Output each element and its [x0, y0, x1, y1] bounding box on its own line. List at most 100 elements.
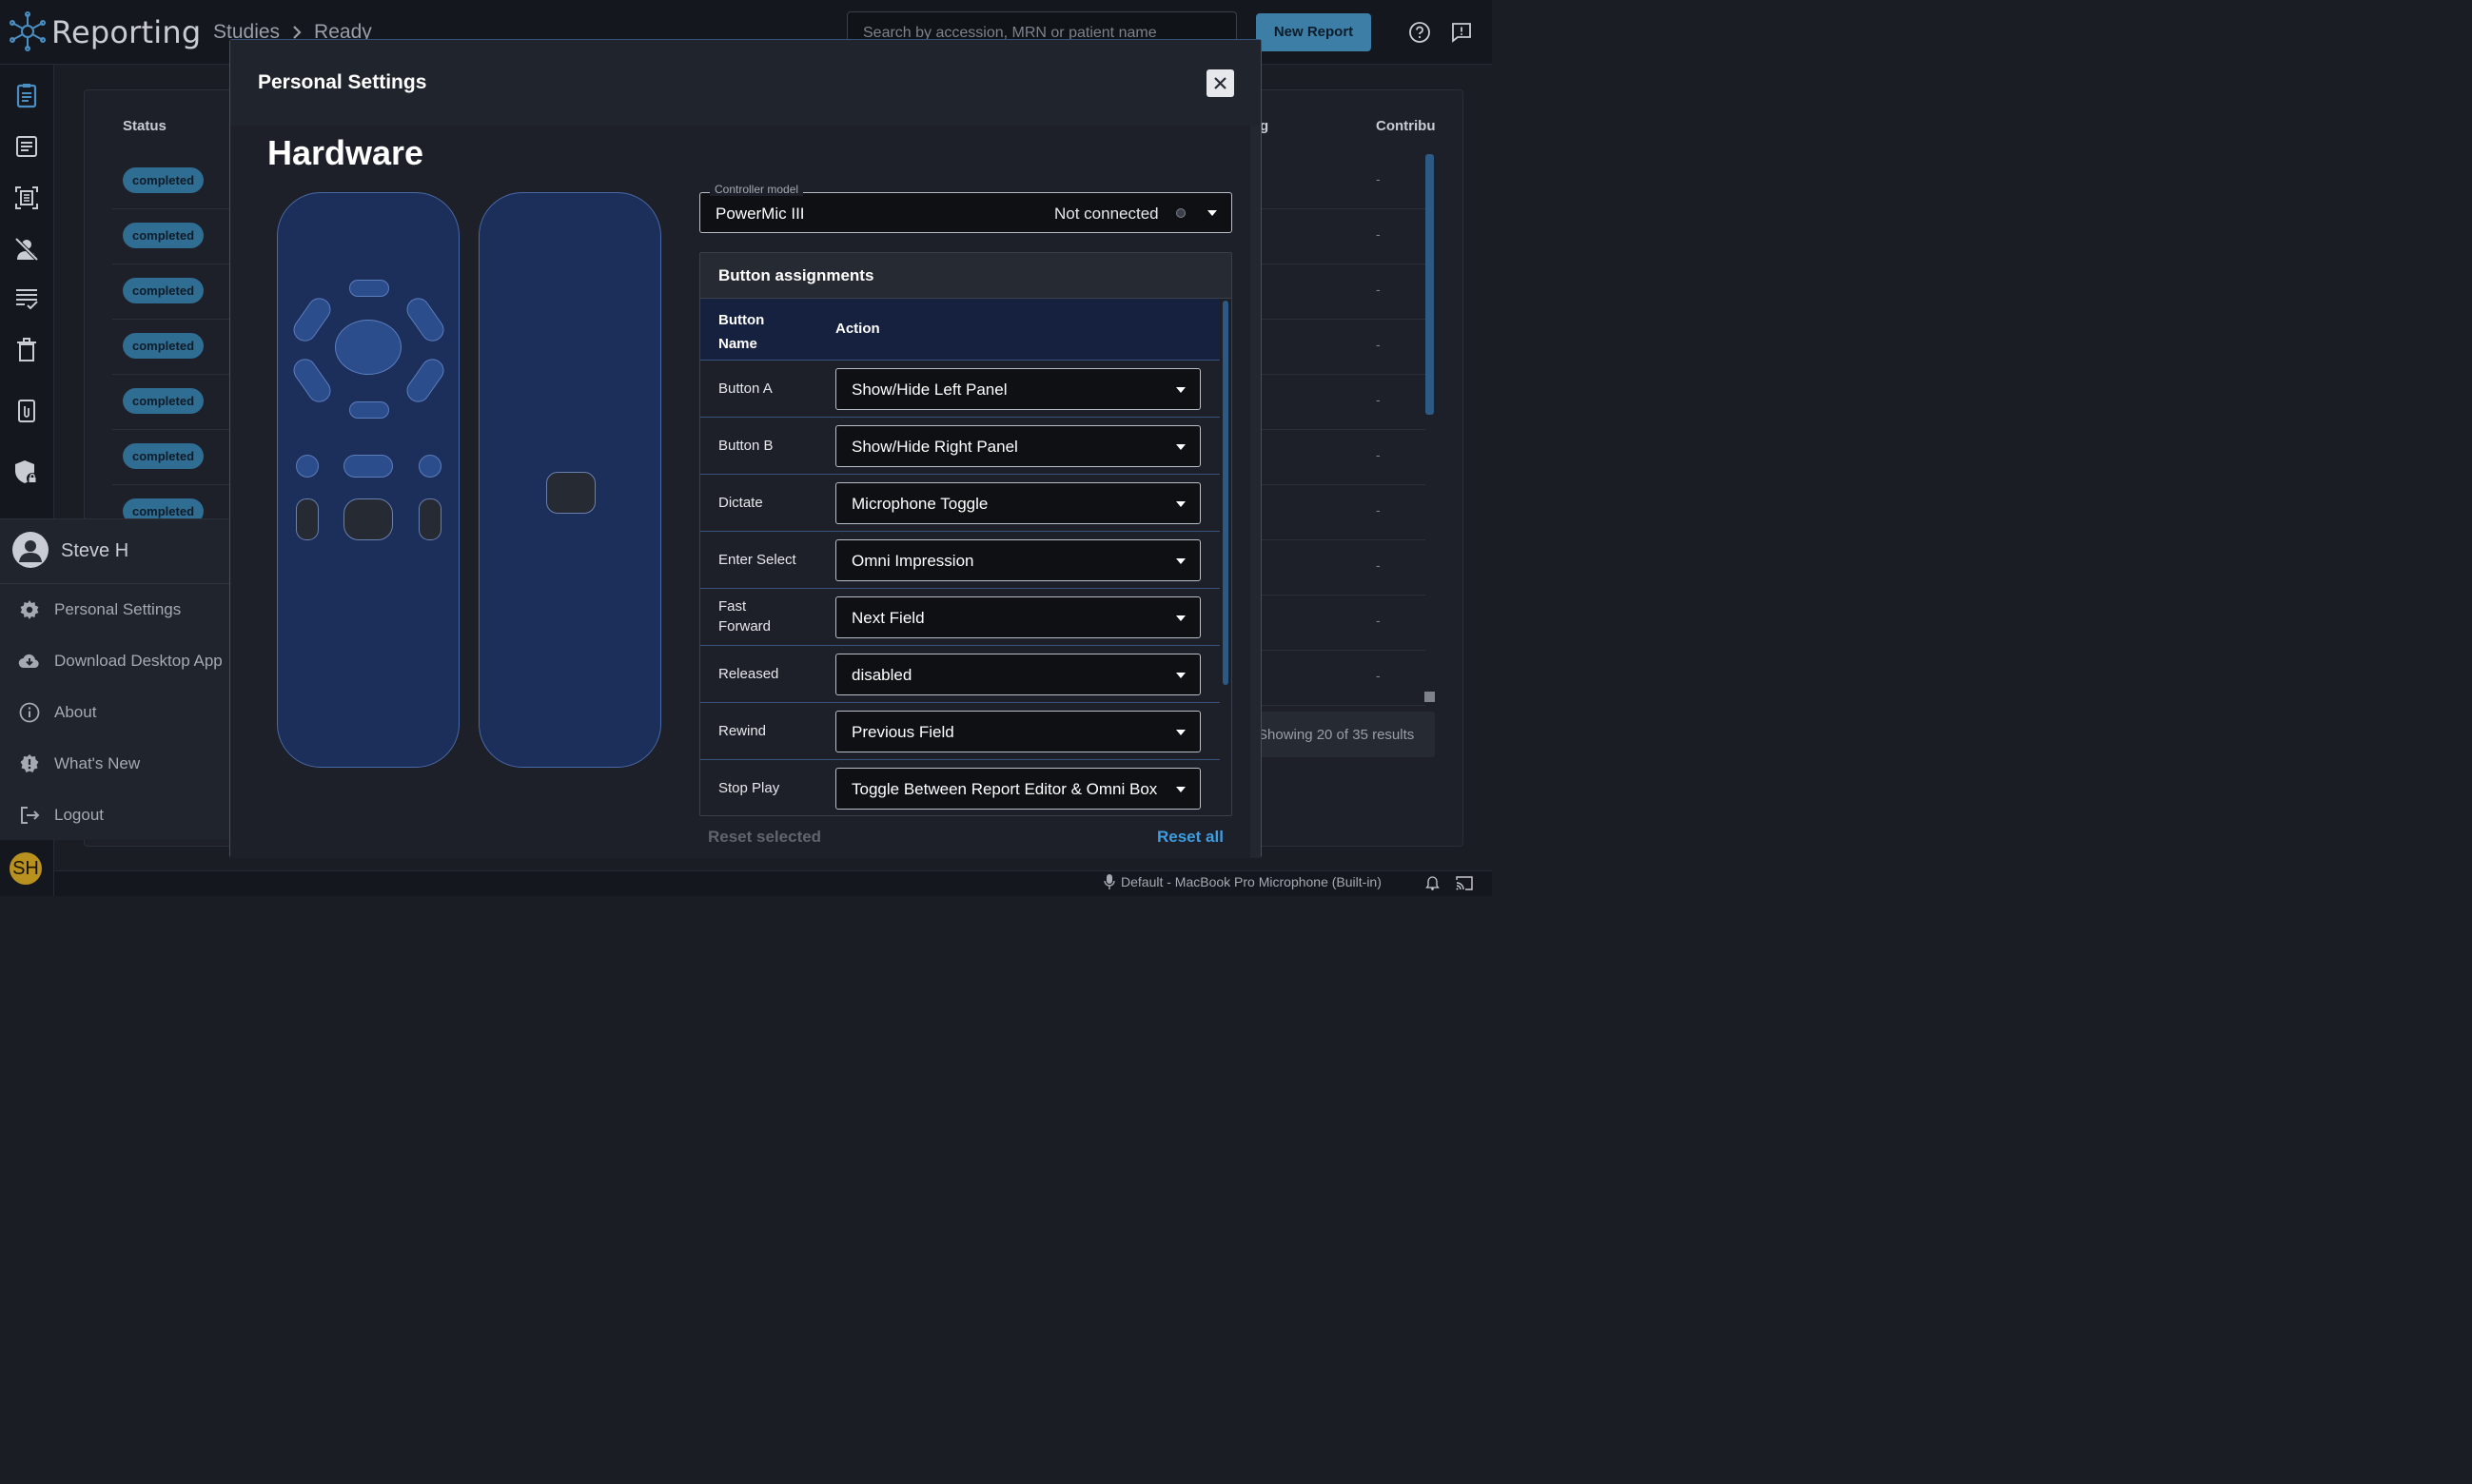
user-name: Steve H — [61, 540, 129, 561]
table-row: Released disabled — [700, 645, 1220, 702]
action-select[interactable]: Microphone Toggle — [835, 482, 1201, 524]
table-row: Rewind Previous Field — [700, 702, 1220, 759]
remote-button-bottom[interactable] — [349, 401, 389, 419]
button-name: Released — [718, 666, 779, 682]
action-select[interactable]: Show/Hide Right Panel — [835, 425, 1201, 467]
contributor-cell: - — [1376, 613, 1381, 628]
controller-model-select[interactable]: PowerMic III Not connected — [699, 192, 1232, 233]
contributor-cell: - — [1376, 392, 1381, 407]
status-badge: completed — [123, 167, 205, 193]
contributor-cell: - — [1376, 668, 1381, 683]
contributor-cell: - — [1376, 557, 1381, 573]
contributor-cell: - — [1376, 226, 1381, 242]
action-select[interactable]: Previous Field — [835, 711, 1201, 752]
chevron-down-icon — [1176, 673, 1186, 678]
results-count: Showing 20 of 35 results — [1252, 712, 1435, 757]
menu-item-label: About — [54, 703, 97, 721]
status-badge: completed — [123, 223, 205, 248]
close-icon — [1214, 77, 1226, 89]
action-select[interactable]: Next Field — [835, 596, 1201, 638]
menu-item-logout[interactable]: Logout — [0, 796, 233, 834]
cast-icon[interactable] — [1456, 876, 1473, 890]
user-menu: Steve H Personal Settings Download Deskt… — [0, 518, 233, 840]
action-select[interactable]: Toggle Between Report Editor & Omni Box — [835, 768, 1201, 810]
button-name: Button B — [718, 438, 774, 454]
bell-icon[interactable] — [1425, 876, 1440, 890]
button-assignments-header: Button assignments — [700, 253, 1231, 299]
chevron-down-icon — [1176, 444, 1186, 450]
trash-icon[interactable] — [13, 337, 40, 363]
reset-all-button[interactable]: Reset all — [1157, 828, 1224, 847]
assignments-table-header: Button Name Action — [700, 299, 1220, 360]
menu-item-download-desktop-app[interactable]: Download Desktop App — [0, 642, 233, 680]
chevron-down-icon — [1176, 787, 1186, 792]
remote-button-dictate[interactable] — [546, 472, 596, 514]
user-initials-avatar[interactable]: SH — [10, 852, 42, 885]
remote-button-stop-play[interactable] — [343, 498, 393, 540]
help-icon[interactable] — [1408, 21, 1431, 44]
remote-button-b[interactable] — [419, 455, 441, 478]
table-row: Fast Forward Next Field — [700, 588, 1220, 645]
menu-item-whats-new[interactable]: What's New — [0, 745, 233, 783]
modal-scrollbar[interactable] — [1250, 126, 1261, 858]
gear-icon — [20, 600, 39, 619]
action-select[interactable]: Show/Hide Left Panel — [835, 368, 1201, 410]
button-name: Stop Play — [718, 780, 780, 796]
reset-selected-button[interactable]: Reset selected — [708, 828, 821, 847]
column-header-action: Action — [835, 321, 880, 337]
status-badge: completed — [123, 278, 205, 303]
button-assignments-title: Button assignments — [718, 266, 874, 284]
avatar[interactable] — [12, 532, 49, 568]
connection-status: Not connected — [1054, 205, 1159, 223]
menu-item-personal-settings[interactable]: Personal Settings — [0, 591, 233, 629]
remote-button-rewind[interactable] — [296, 498, 319, 540]
checklist-icon[interactable] — [13, 285, 40, 312]
column-header-contributors[interactable]: Contribu — [1376, 118, 1435, 134]
modal-header: Personal Settings — [230, 40, 1261, 126]
remote-button-lower-right[interactable] — [402, 354, 449, 407]
chevron-down-icon — [1176, 501, 1186, 507]
contributor-cell: - — [1376, 282, 1381, 297]
scan-document-icon[interactable] — [13, 185, 40, 211]
action-select[interactable]: Omni Impression — [835, 539, 1201, 581]
microphone-label: Default - MacBook Pro Microphone (Built-… — [1121, 874, 1382, 889]
remote-button-a[interactable] — [296, 455, 319, 478]
table-row: Dictate Microphone Toggle — [700, 474, 1220, 531]
attachment-document-icon[interactable] — [13, 398, 40, 424]
info-icon — [19, 702, 40, 723]
remote-button-center[interactable] — [335, 320, 402, 375]
remote-button-mid[interactable] — [343, 455, 393, 478]
remote-button-upper-left[interactable] — [288, 293, 336, 346]
remote-button-upper-right[interactable] — [402, 293, 449, 346]
chevron-down-icon — [1176, 387, 1186, 393]
microphone-status[interactable]: Default - MacBook Pro Microphone (Built-… — [1104, 874, 1382, 889]
close-button[interactable] — [1207, 69, 1234, 97]
controller-model-value: PowerMic III — [716, 205, 805, 223]
scrollbar-thumb[interactable] — [1223, 301, 1228, 685]
table-row: Button A Show/Hide Left Panel — [700, 360, 1220, 417]
clipboard-icon[interactable] — [13, 82, 40, 108]
remote-button-top[interactable] — [349, 280, 389, 297]
status-dot-icon — [1176, 208, 1186, 218]
document-list-icon[interactable] — [13, 133, 40, 160]
cloud-download-icon — [18, 654, 39, 669]
column-header-status[interactable]: Status — [123, 118, 167, 134]
remote-front-diagram — [277, 192, 460, 768]
menu-item-label: What's New — [54, 754, 141, 772]
personal-settings-modal: Personal Settings Hardware Controller mo… — [229, 39, 1262, 858]
user-off-icon[interactable] — [13, 236, 40, 263]
button-name: Enter Select — [718, 552, 796, 568]
action-select[interactable]: disabled — [835, 654, 1201, 695]
new-report-button[interactable]: New Report — [1256, 13, 1371, 51]
button-name: Fast Forward — [718, 598, 772, 635]
assignments-scrollbar[interactable] — [1220, 299, 1231, 815]
menu-item-about[interactable]: About — [0, 693, 233, 732]
feedback-icon[interactable] — [1450, 21, 1473, 44]
button-name: Button A — [718, 381, 773, 397]
remote-button-fast-forward[interactable] — [419, 498, 441, 540]
modal-body: Hardware Controller model PowerMic III N… — [230, 126, 1250, 858]
shield-lock-icon[interactable] — [13, 459, 40, 485]
table-scrollbar[interactable] — [1425, 154, 1434, 415]
logo-icon — [10, 11, 46, 51]
remote-button-lower-left[interactable] — [288, 354, 336, 407]
